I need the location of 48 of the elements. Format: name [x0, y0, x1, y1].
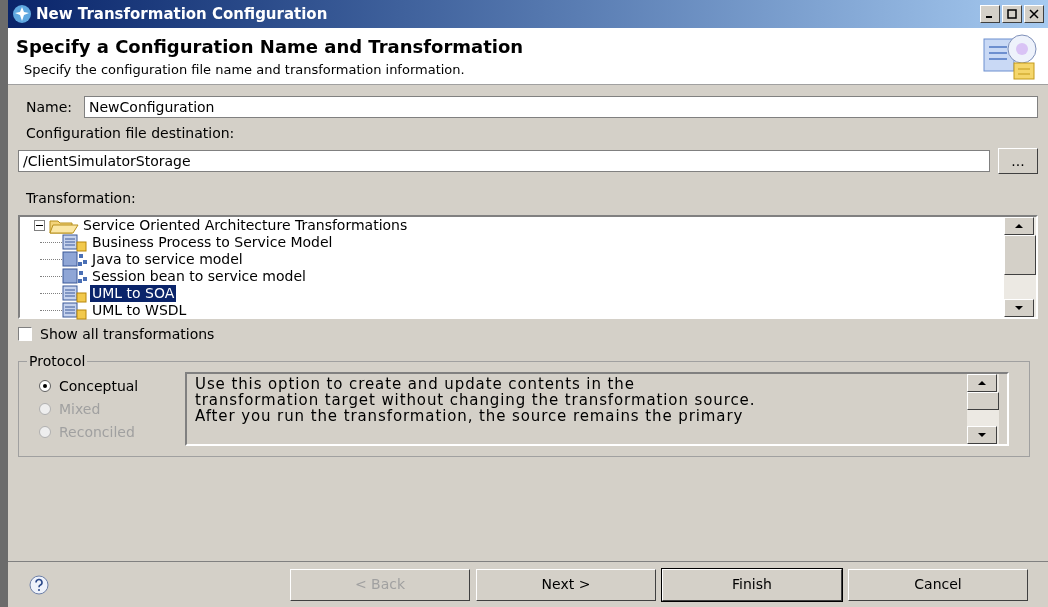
scroll-up-button[interactable]: [967, 374, 997, 392]
scroll-up-button[interactable]: [1004, 217, 1034, 235]
page-title: Specify a Configuration Name and Transformation: [16, 34, 525, 59]
tree-item[interactable]: Service Oriented Architecture Transformations: [83, 217, 408, 234]
folder-icon: [49, 217, 79, 234]
up-arrow-icon: [1014, 223, 1024, 229]
destination-label: Configuration file destination:: [25, 124, 236, 143]
transformation-label: Transformation:: [25, 189, 137, 208]
collapse-icon[interactable]: [34, 220, 45, 231]
name-field[interactable]: NewConfiguration: [84, 96, 1038, 118]
browse-button[interactable]: ...: [998, 148, 1038, 174]
tree-item[interactable]: Business Process to Service Model: [90, 234, 335, 251]
radio-button[interactable]: [39, 380, 51, 392]
scroll-down-button[interactable]: [967, 426, 997, 444]
help-icon[interactable]: [28, 573, 50, 596]
down-arrow-icon: [1014, 305, 1024, 311]
description-text: Use this option to create and update contents in the transformation target without changing the transformation source. After you run the transformation, the source remains the primary: [194, 374, 757, 424]
checkbox[interactable]: [18, 327, 32, 341]
wizard-button[interactable]: Next >: [476, 568, 656, 601]
tree-item[interactable]: Java to service model: [90, 251, 245, 268]
wizard-button[interactable]: Cancel: [848, 568, 1028, 601]
wizard-button[interactable]: Finish: [662, 568, 842, 601]
tree-item[interactable]: Session bean to service model: [90, 268, 308, 285]
document-icon: [62, 301, 88, 320]
document-icon: [62, 284, 88, 303]
window-title: New Transformation Configuration: [36, 3, 329, 25]
tree-item[interactable]: UML to WSDL: [90, 302, 189, 319]
scrollbar-thumb[interactable]: [967, 392, 999, 410]
close-icon[interactable]: [1024, 5, 1044, 23]
tree-item[interactable]: UML to SOA: [90, 285, 177, 302]
scrollbar[interactable]: [967, 374, 999, 444]
radio-label: Conceptual: [59, 376, 139, 396]
page-subtitle: Specify the configuration file name and transformation information.: [23, 60, 466, 79]
scrollbar-thumb[interactable]: [1004, 235, 1036, 275]
scrollbar[interactable]: [1004, 217, 1036, 317]
app-icon: [12, 4, 32, 24]
destination-field[interactable]: /ClientSimulatorStorage: [18, 150, 990, 172]
minimize-icon[interactable]: [980, 5, 1000, 23]
wizard-banner-icon: [980, 31, 1040, 81]
scroll-down-button[interactable]: [1004, 299, 1034, 317]
up-arrow-icon: [977, 380, 987, 386]
name-label: Name:: [25, 97, 74, 117]
down-arrow-icon: [977, 432, 987, 438]
checkbox-label: Show all transformations: [40, 324, 215, 344]
diagram-icon: [62, 267, 88, 286]
maximize-icon[interactable]: [1002, 5, 1022, 23]
document-icon: [62, 233, 88, 252]
diagram-icon: [62, 250, 88, 269]
